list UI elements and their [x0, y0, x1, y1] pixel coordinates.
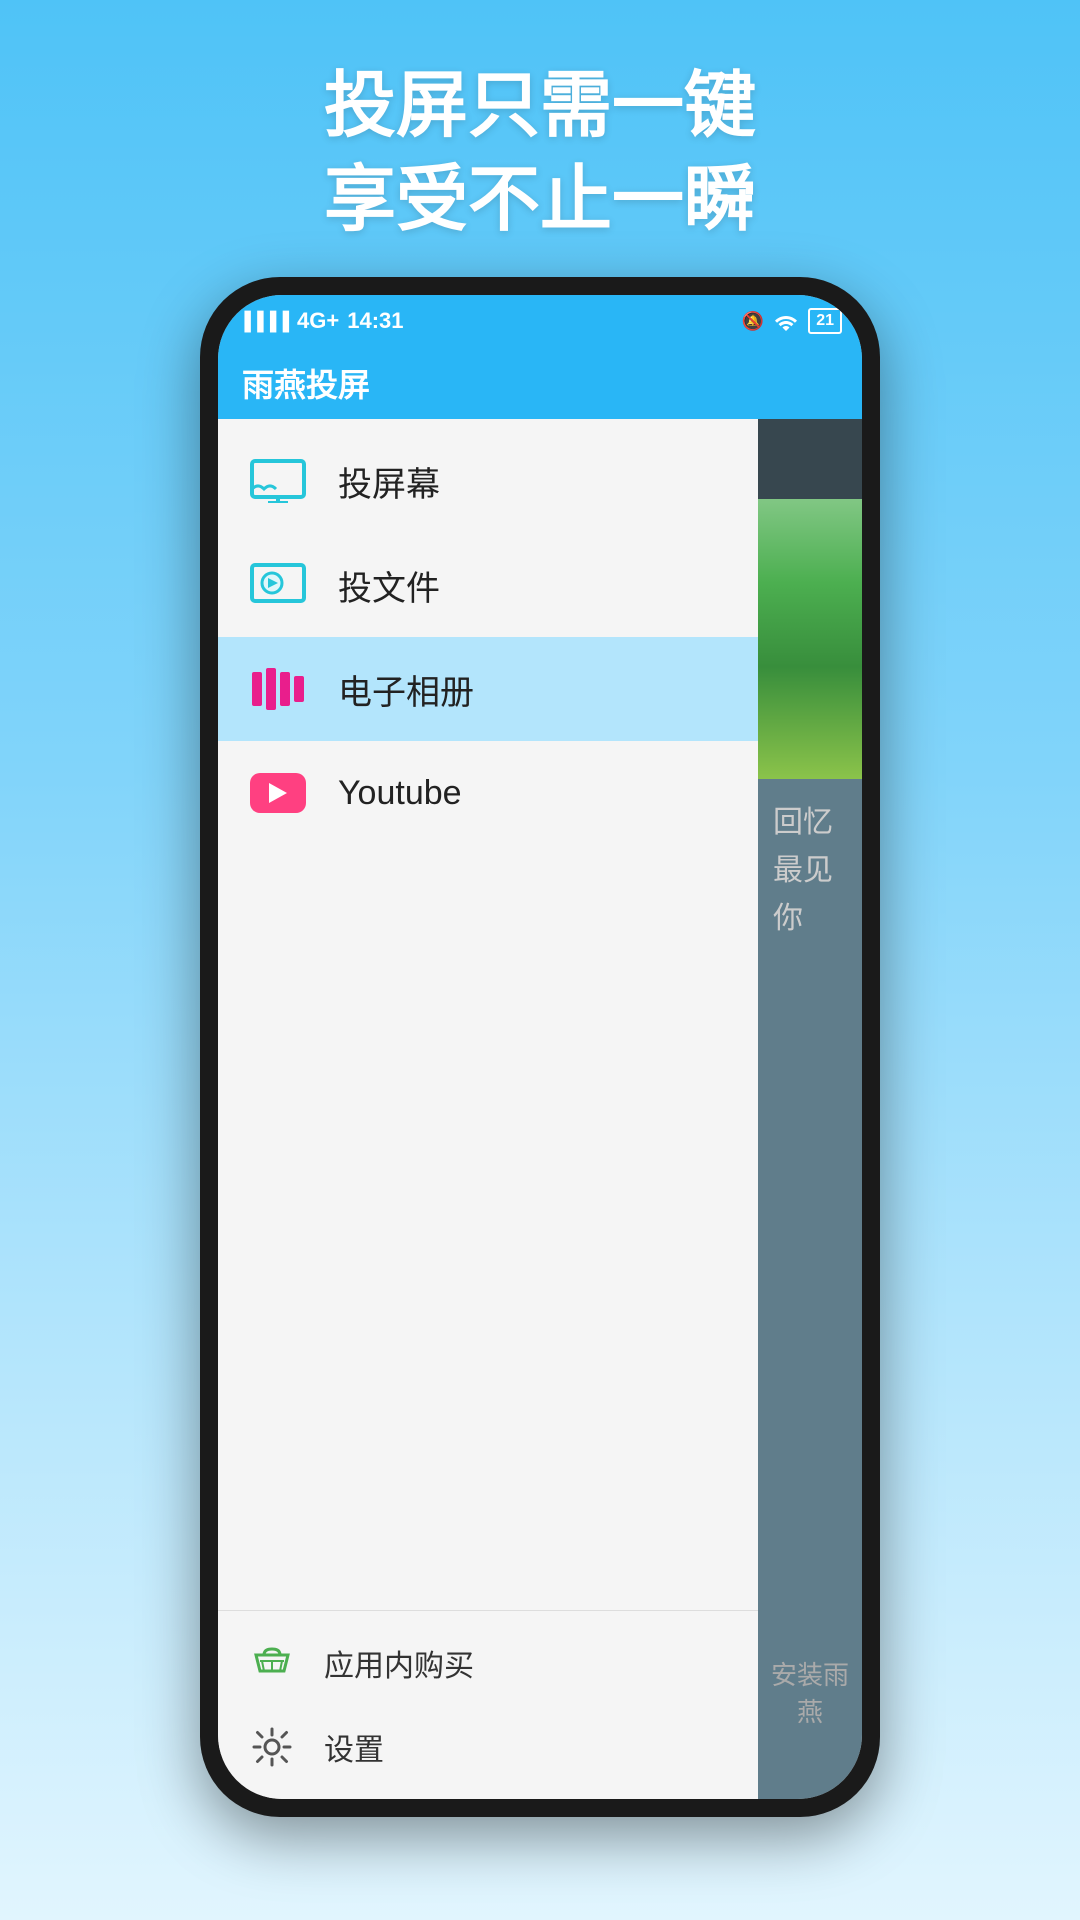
settings-label: 设置	[324, 1725, 384, 1769]
cast-file-icon	[248, 555, 308, 615]
drawer-footer: 应用内购买 设置	[218, 1610, 758, 1799]
signal-icon: ▐▐▐▐	[238, 311, 289, 332]
nav-item-photo-album[interactable]: 电子相册	[218, 637, 758, 741]
nav-item-cast-screen[interactable]: 投屏幕	[218, 429, 758, 533]
basket-icon	[248, 1639, 296, 1687]
cast-screen-label: 投屏幕	[338, 457, 440, 506]
app-title: 雨燕投屏	[242, 360, 370, 406]
time-display: 14:31	[347, 308, 403, 334]
phone-screen: ▐▐▐▐ 4G+ 14:31 🔕 21 雨燕投屏	[218, 295, 862, 1799]
settings-icon	[248, 1723, 296, 1771]
right-panel: 回忆 最见你 安装雨燕	[758, 419, 862, 1799]
drawer: 投屏幕 投文件	[218, 419, 758, 1799]
footer-item-purchase[interactable]: 应用内购买	[218, 1621, 758, 1705]
cast-screen-icon	[248, 451, 308, 511]
youtube-label: Youtube	[338, 774, 462, 813]
right-panel-footer: 安装雨燕	[758, 1645, 862, 1739]
nav-item-youtube[interactable]: Youtube	[218, 741, 758, 845]
wifi-icon	[774, 311, 798, 331]
app-bar: 雨燕投屏	[218, 347, 862, 419]
status-bar: ▐▐▐▐ 4G+ 14:31 🔕 21	[218, 295, 862, 347]
footer-item-settings[interactable]: 设置	[218, 1705, 758, 1789]
photo-album-icon	[248, 659, 308, 719]
network-type: 4G+	[297, 308, 339, 334]
battery-icon: 21	[808, 308, 842, 334]
nav-item-cast-file[interactable]: 投文件	[218, 533, 758, 637]
status-left: ▐▐▐▐ 4G+ 14:31	[238, 308, 404, 334]
content-area: 投屏幕 投文件	[218, 419, 862, 1799]
photo-album-label: 电子相册	[338, 665, 474, 714]
youtube-icon	[248, 763, 308, 823]
phone-shell: ▐▐▐▐ 4G+ 14:31 🔕 21 雨燕投屏	[200, 277, 880, 1817]
mute-icon: 🔕	[742, 311, 764, 332]
right-panel-top	[758, 419, 862, 499]
cast-file-label: 投文件	[338, 561, 440, 610]
purchase-label: 应用内购买	[324, 1641, 474, 1685]
content-image	[758, 499, 862, 779]
right-panel-text: 回忆 最见你	[758, 779, 862, 963]
status-right: 🔕 21	[742, 308, 842, 334]
drawer-nav: 投屏幕 投文件	[218, 419, 758, 1610]
tagline: 投屏只需一键 享受不止一瞬	[324, 60, 756, 247]
